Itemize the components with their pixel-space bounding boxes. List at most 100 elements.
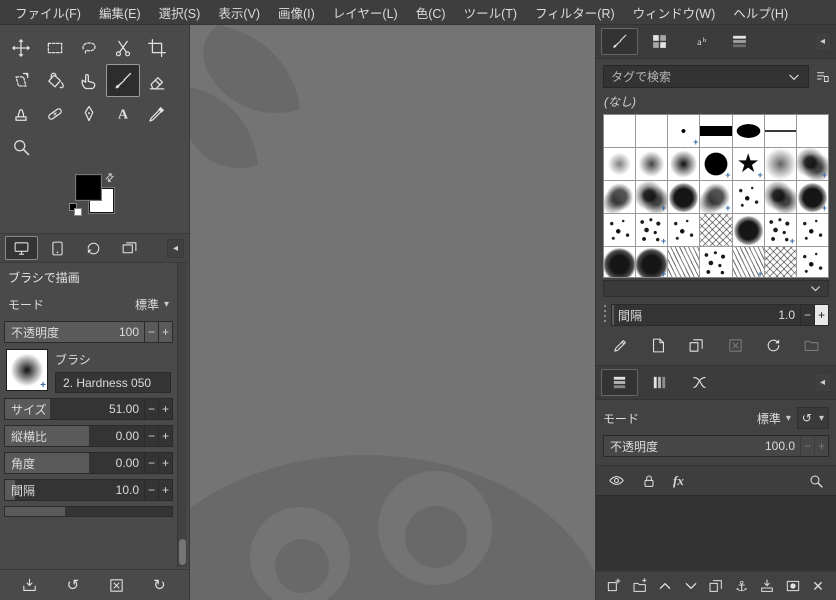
brush-cell-blank[interactable] [604,115,636,147]
size-increment-button[interactable]: + [158,399,172,419]
tab-channels[interactable] [641,369,678,396]
scrollbar-thumb[interactable] [179,539,186,565]
brush-cell-soft2[interactable] [636,148,668,180]
layer-opacity-increment-button[interactable]: + [814,436,828,456]
tab-patterns[interactable] [641,28,678,55]
brush-cell-net[interactable] [764,247,796,277]
menu-file[interactable]: ファイル(F) [6,0,90,26]
visibility-eye-icon[interactable] [608,472,625,489]
brush-cell-scratch[interactable] [668,247,700,277]
menu-image[interactable]: 画像(I) [269,0,324,26]
reset-tool-options-button[interactable]: ↻ [147,573,171,597]
aspect-increment-button[interactable]: + [158,426,172,446]
bucket-fill-tool[interactable] [38,64,72,97]
dock-menu-button[interactable]: ◂ [167,238,184,258]
brush-cell-grunge3[interactable] [668,181,700,213]
brush-cell-circle[interactable]: + [700,148,732,180]
mode-value[interactable]: 標準 [135,296,159,313]
drag-handle[interactable] [603,305,607,325]
lower-layer-button[interactable] [680,575,702,597]
clone-tool[interactable] [4,97,38,130]
delete-brush-button[interactable] [723,333,747,357]
brush-grid-expander[interactable] [603,280,829,297]
opacity-increment-button[interactable]: + [158,322,172,342]
tab-tool-options[interactable] [5,236,38,260]
new-brush-button[interactable] [646,333,670,357]
anchor-layer-button[interactable]: ⚓ [731,575,753,597]
new-layer-group-button[interactable] [629,575,651,597]
paintbrush-tool[interactable] [106,64,140,97]
add-layer-mask-button[interactable] [782,575,804,597]
edit-brush-button[interactable] [608,333,632,357]
opacity-decrement-button[interactable]: − [144,322,158,342]
brush-spacing-decrement-button[interactable]: − [800,305,814,325]
menu-filters[interactable]: フィルター(R) [526,0,624,26]
brush-cell-speck1[interactable] [668,214,700,246]
delete-layer-button[interactable]: ✕ [807,575,829,597]
brush-cell-dark1[interactable] [604,247,636,277]
tab-paths[interactable] [681,369,718,396]
layer-opacity-decrement-button[interactable]: − [800,436,814,456]
menu-help[interactable]: ヘルプ(H) [724,0,797,26]
menu-tools[interactable]: ツール(T) [455,0,526,26]
brush-cell-speck1[interactable] [796,214,828,246]
tab-fonts[interactable]: ab [681,28,718,55]
heal-tool[interactable] [38,97,72,130]
brush-cell-speck1[interactable] [604,214,636,246]
angle-decrement-button[interactable]: − [144,453,158,473]
tab-images[interactable] [113,236,146,260]
tab-brushes[interactable] [601,28,638,55]
layer-mode-value[interactable]: 標準 [757,410,781,427]
size-slider[interactable]: サイズ 51.00 − + [4,398,173,420]
spacing-decrement-button[interactable]: − [144,480,158,500]
layer-effects-fx-icon[interactable]: fx [673,473,684,489]
brush-cell-speck2[interactable]: + [636,214,668,246]
ink-tool[interactable] [72,97,106,130]
raise-layer-button[interactable] [654,575,676,597]
brush-cell-blank[interactable] [636,115,668,147]
tag-search-combo[interactable]: タグで検索 [603,65,809,88]
clipped-slider[interactable] [4,506,173,517]
aspect-decrement-button[interactable]: − [144,426,158,446]
brush-spacing-slider[interactable]: 間隔 1.0 − + [611,304,829,326]
canvas[interactable] [190,25,595,600]
tab-undo-history[interactable] [77,236,110,260]
brush-cell-speck2[interactable]: + [764,214,796,246]
brushes-dock-menu-button[interactable]: ◂ [814,32,831,51]
layer-opacity-slider[interactable]: 不透明度 100.0 − + [603,435,829,457]
brush-name-value[interactable]: 2. Hardness 050 [55,372,171,393]
brush-spacing-increment-button[interactable]: + [814,305,828,325]
aspect-ratio-slider[interactable]: 縦横比 0.00 − + [4,425,173,447]
spacing-slider[interactable]: 間隔 10.0 − + [4,479,173,501]
smudge-tool[interactable] [72,64,106,97]
menu-edit[interactable]: 編集(E) [90,0,150,26]
brush-cell-speck1[interactable] [732,181,764,213]
menu-layer[interactable]: レイヤー(L) [324,0,407,26]
free-select-tool[interactable] [72,31,106,64]
eraser-tool[interactable] [140,64,174,97]
refresh-brushes-button[interactable] [762,333,786,357]
move-tool[interactable] [4,31,38,64]
brush-cell-hbar[interactable] [700,115,732,147]
brush-cell-soft3[interactable] [668,148,700,180]
delete-tool-preset-button[interactable] [104,573,128,597]
brush-cell-star[interactable]: ★ + [732,148,764,180]
crop-tool[interactable] [140,31,174,64]
brush-cell-grunge1[interactable]: + [636,181,668,213]
brush-cell-soft1[interactable] [604,148,636,180]
swap-colors-icon[interactable]: ⇄ [102,170,117,185]
tab-gradients[interactable] [721,28,758,55]
menu-colors[interactable]: 色(C) [407,0,455,26]
menu-windows[interactable]: ウィンドウ(W) [624,0,725,26]
color-picker-tool[interactable] [140,97,174,130]
brush-cell-grunge2[interactable] [604,181,636,213]
brush-cell-grunge1[interactable] [764,181,796,213]
merge-down-button[interactable] [756,575,778,597]
spacing-increment-button[interactable]: + [158,480,172,500]
layer-list[interactable] [596,496,836,571]
size-decrement-button[interactable]: − [144,399,158,419]
brush-cell-grunge3[interactable] [732,214,764,246]
lock-icon[interactable] [641,473,657,489]
mode-group-switch-button[interactable]: ↺ ▾ [796,407,829,429]
brush-preview[interactable]: + [6,349,48,391]
